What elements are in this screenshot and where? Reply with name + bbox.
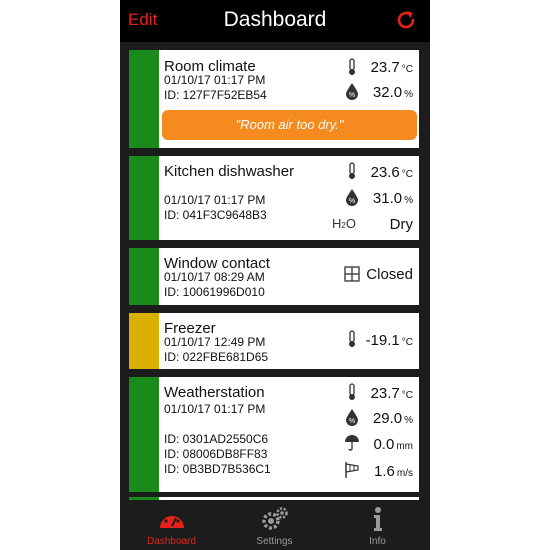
page-title: Dashboard [223,8,327,31]
device-meta: 01/10/17 01:17 PM [164,402,265,417]
svg-text:%: % [349,418,355,425]
status-bar [129,313,159,369]
tab-settings[interactable]: Settings [223,500,326,550]
svg-text:%: % [349,92,355,99]
reading-temperature: 23.7 °C [370,385,413,402]
tab-label: Dashboard [147,536,196,547]
humidity-drop-icon: % [346,83,358,100]
device-name: Weatherstation [164,384,265,401]
thermometer-icon [349,58,355,75]
umbrella-rain-icon [345,435,359,451]
device-meta: 01/10/17 08:29 AM ID: 10061996D010 [164,270,265,300]
device-name: Kitchen dishwasher [164,163,295,180]
reading-temperature: -19.1 °C [365,332,413,349]
status-bar [129,156,159,240]
device-card-window-contact[interactable]: Window contact 01/10/17 08:29 AM ID: 100… [129,248,419,305]
app-screen: Edit Dashboard Room climate 01/10/17 01:… [120,0,430,550]
device-card-freezer[interactable]: Freezer 01/10/17 12:49 PM ID: 022FBE681D… [129,313,419,369]
device-datetime: 01/10/17 12:49 PM [164,335,266,349]
window-icon [344,266,360,282]
thermometer-icon [349,383,355,400]
nav-bar: Edit Dashboard [120,0,430,42]
device-id: ID: 127F7F52EB54 [164,88,267,102]
water-h2o-icon: H2O [332,216,356,231]
humidity-drop-icon: % [346,409,358,426]
reading-temperature: 23.6 °C [370,164,413,181]
device-id: ID: 10061996D010 [164,285,265,299]
device-datetime: 01/10/17 01:17 PM [164,73,266,87]
device-meta: 01/10/17 12:49 PM ID: 022FBE681D65 [164,335,268,365]
device-id: ID: 0B3BD7B536C1 [164,462,271,476]
reading-humidity: 31.0% [372,190,413,207]
windsock-icon [345,462,359,478]
device-id: ID: 0301AD2550C6 [164,432,269,446]
device-card-kitchen-dishwasher[interactable]: Kitchen dishwasher 01/10/17 01:17 PM ID:… [129,156,419,240]
device-meta: 01/10/17 01:17 PM ID: 041F3C9648B3 [164,193,267,223]
tab-bar: Dashboard Settings Info [120,500,430,550]
device-id: ID: 08006DB8FF83 [164,447,268,461]
status-bar [129,50,159,148]
thermometer-icon [349,162,355,179]
tab-dashboard[interactable]: Dashboard [120,500,223,550]
reading-rain: 0.0 mm [373,436,413,453]
tab-label: Info [369,536,386,547]
info-icon [373,507,382,531]
reading-water: Dry [389,216,413,233]
reading-window-state: Closed [366,266,413,283]
reading-temperature: 23.7 °C [370,59,413,76]
device-datetime: 01/10/17 08:29 AM [164,270,265,284]
thermometer-icon [349,330,355,347]
device-datetime: 01/10/17 01:17 PM [164,193,266,207]
reading-humidity: 29.0% [372,410,413,427]
tab-label: Settings [256,536,293,547]
reading-humidity: 32.0% [372,84,413,101]
device-card-room-climate[interactable]: Room climate 01/10/17 01:17 PM ID: 127F7… [129,50,419,148]
gears-icon [261,507,288,530]
device-id: ID: 041F3C9648B3 [164,208,267,222]
humidity-drop-icon: % [346,189,358,206]
device-ids: ID: 0301AD2550C6 ID: 08006DB8FF83 ID: 0B… [164,432,271,477]
alert-bubble: "Room air too dry." [162,110,417,140]
status-bar [129,377,159,492]
speedometer-icon [159,510,184,528]
refresh-icon[interactable] [394,8,418,32]
device-card-weatherstation[interactable]: Weatherstation 01/10/17 01:17 PM ID: 030… [129,377,419,492]
alert-text: "Room air too dry." [235,117,344,132]
status-bar [129,248,159,305]
device-datetime: 01/10/17 01:17 PM [164,402,266,416]
device-id: ID: 022FBE681D65 [164,350,269,364]
device-meta: 01/10/17 01:17 PM ID: 127F7F52EB54 [164,73,267,103]
tab-info[interactable]: Info [326,500,429,550]
svg-text:%: % [349,198,355,205]
reading-wind: 1.6 m/s [374,463,413,480]
